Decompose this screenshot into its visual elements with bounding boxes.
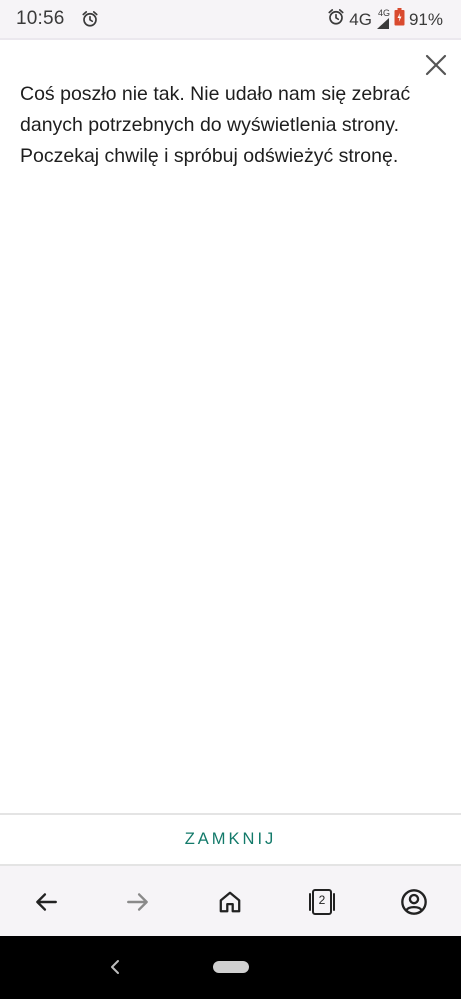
battery-icon — [394, 8, 405, 31]
close-icon[interactable] — [423, 52, 449, 78]
status-divider — [0, 38, 461, 40]
network-label: 4G — [349, 9, 372, 29]
tabs-icon[interactable]: 2 — [306, 886, 338, 918]
forward-arrow-icon[interactable] — [122, 886, 154, 918]
tabs-count: 2 — [318, 893, 326, 907]
error-message: Coś poszło nie tak. Nie udało nam się ze… — [20, 83, 411, 167]
network-small-label: 4G — [377, 8, 390, 18]
network-type: 4G — [349, 10, 372, 30]
system-home-pill[interactable] — [213, 961, 249, 973]
system-navigation-bar — [0, 936, 461, 999]
close-button[interactable]: ZAMKNIJ — [0, 815, 461, 864]
account-icon[interactable] — [398, 886, 430, 918]
status-icons: 4G 4G 91% — [327, 8, 443, 31]
back-arrow-icon[interactable] — [30, 886, 62, 918]
bottom-navigation: 2 — [0, 866, 461, 936]
signal-icon: 4G — [376, 9, 390, 30]
status-bar: 10:56 4G 4G 91% — [0, 0, 461, 38]
battery-percent: 91% — [408, 9, 443, 29]
home-icon[interactable] — [214, 886, 246, 918]
alarm-icon — [81, 10, 99, 33]
system-back-icon[interactable] — [108, 958, 122, 976]
status-time: 10:56 — [16, 8, 65, 29]
alarm-icon — [327, 8, 345, 31]
